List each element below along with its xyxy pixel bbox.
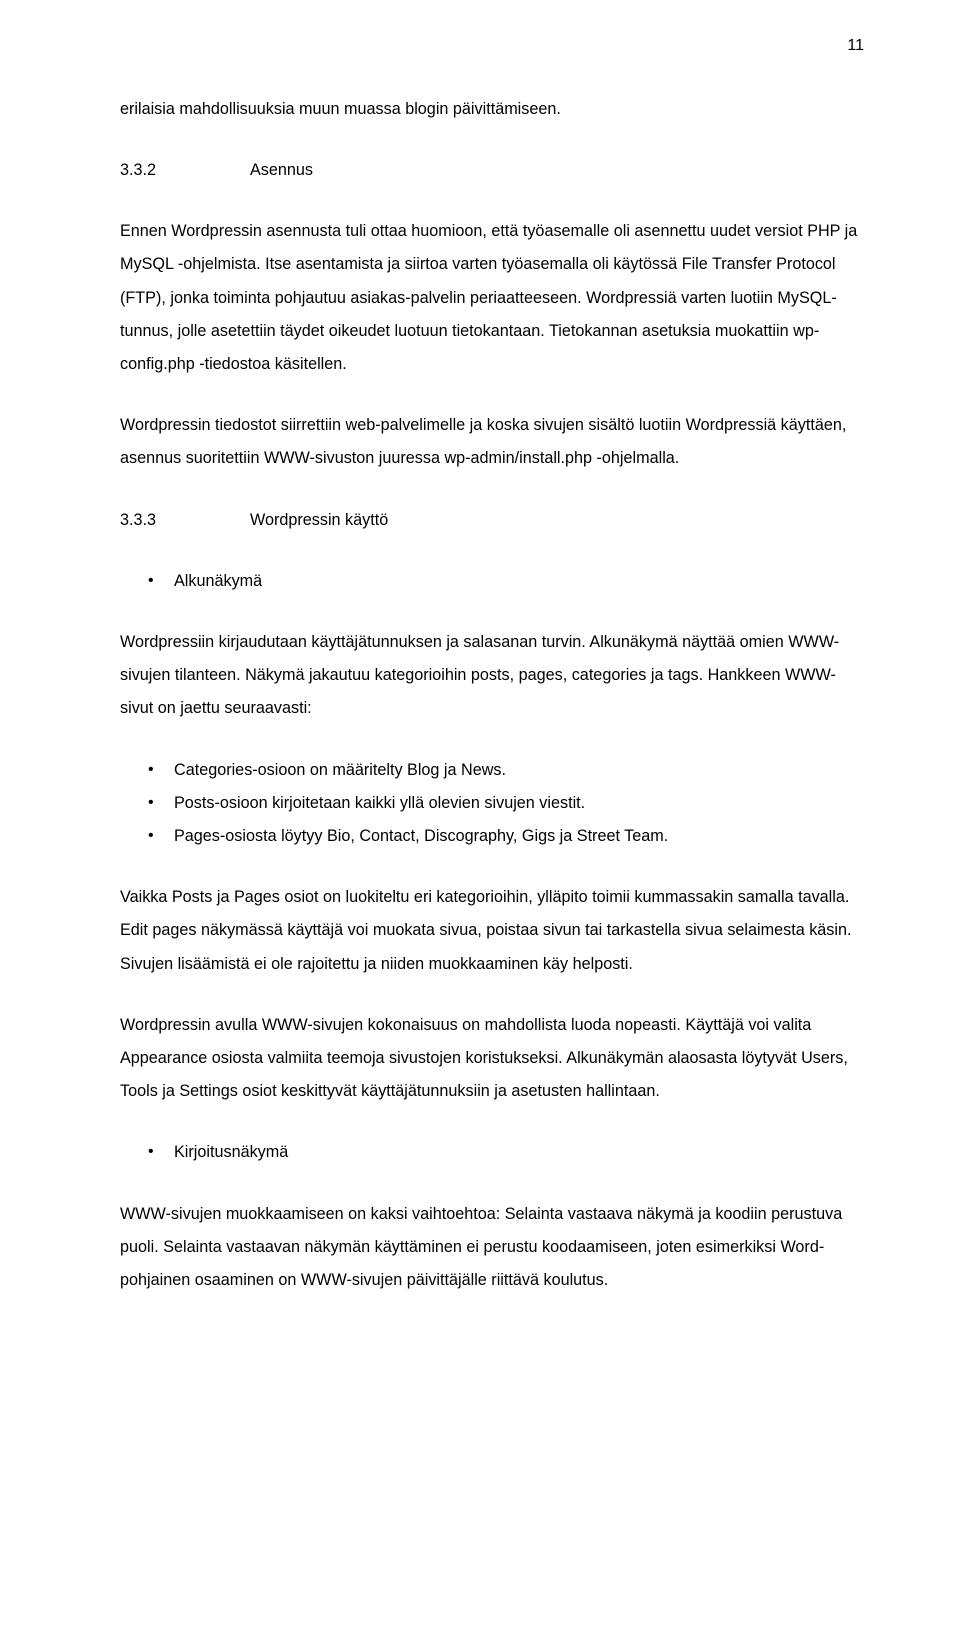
list-item: Categories-osioon on määritelty Blog ja … <box>120 754 864 787</box>
bullet-list-kirjoitusnakyma: Kirjoitusnäkymä <box>120 1136 864 1169</box>
paragraph-asennus-2: Wordpressin tiedostot siirrettiin web-pa… <box>120 409 864 475</box>
heading-number: 3.3.3 <box>120 504 250 537</box>
heading-asennus: 3.3.2 Asennus <box>120 154 864 187</box>
paragraph-intro: erilaisia mahdollisuuksia muun muassa bl… <box>120 93 864 126</box>
page-number: 11 <box>120 30 864 63</box>
list-item: Pages-osiosta löytyy Bio, Contact, Disco… <box>120 820 864 853</box>
heading-text: Asennus <box>250 154 313 187</box>
heading-text: Wordpressin käyttö <box>250 504 388 537</box>
bullet-list-categories: Categories-osioon on määritelty Blog ja … <box>120 754 864 854</box>
paragraph-kirjoitusnakyma: WWW-sivujen muokkaamiseen on kaksi vaiht… <box>120 1198 864 1298</box>
heading-wordpressin-kaytto: 3.3.3 Wordpressin käyttö <box>120 504 864 537</box>
bullet-list-alkunakyma: Alkunäkymä <box>120 565 864 598</box>
list-item: Kirjoitusnäkymä <box>120 1136 864 1169</box>
list-item: Alkunäkymä <box>120 565 864 598</box>
paragraph-alkunakyma: Wordpressiin kirjaudutaan käyttäjätunnuk… <box>120 626 864 726</box>
heading-number: 3.3.2 <box>120 154 250 187</box>
paragraph-asennus-1: Ennen Wordpressin asennusta tuli ottaa h… <box>120 215 864 381</box>
list-item: Posts-osioon kirjoitetaan kaikki yllä ol… <box>120 787 864 820</box>
paragraph-appearance: Wordpressin avulla WWW-sivujen kokonaisu… <box>120 1009 864 1109</box>
paragraph-posts-pages: Vaikka Posts ja Pages osiot on luokitelt… <box>120 881 864 981</box>
